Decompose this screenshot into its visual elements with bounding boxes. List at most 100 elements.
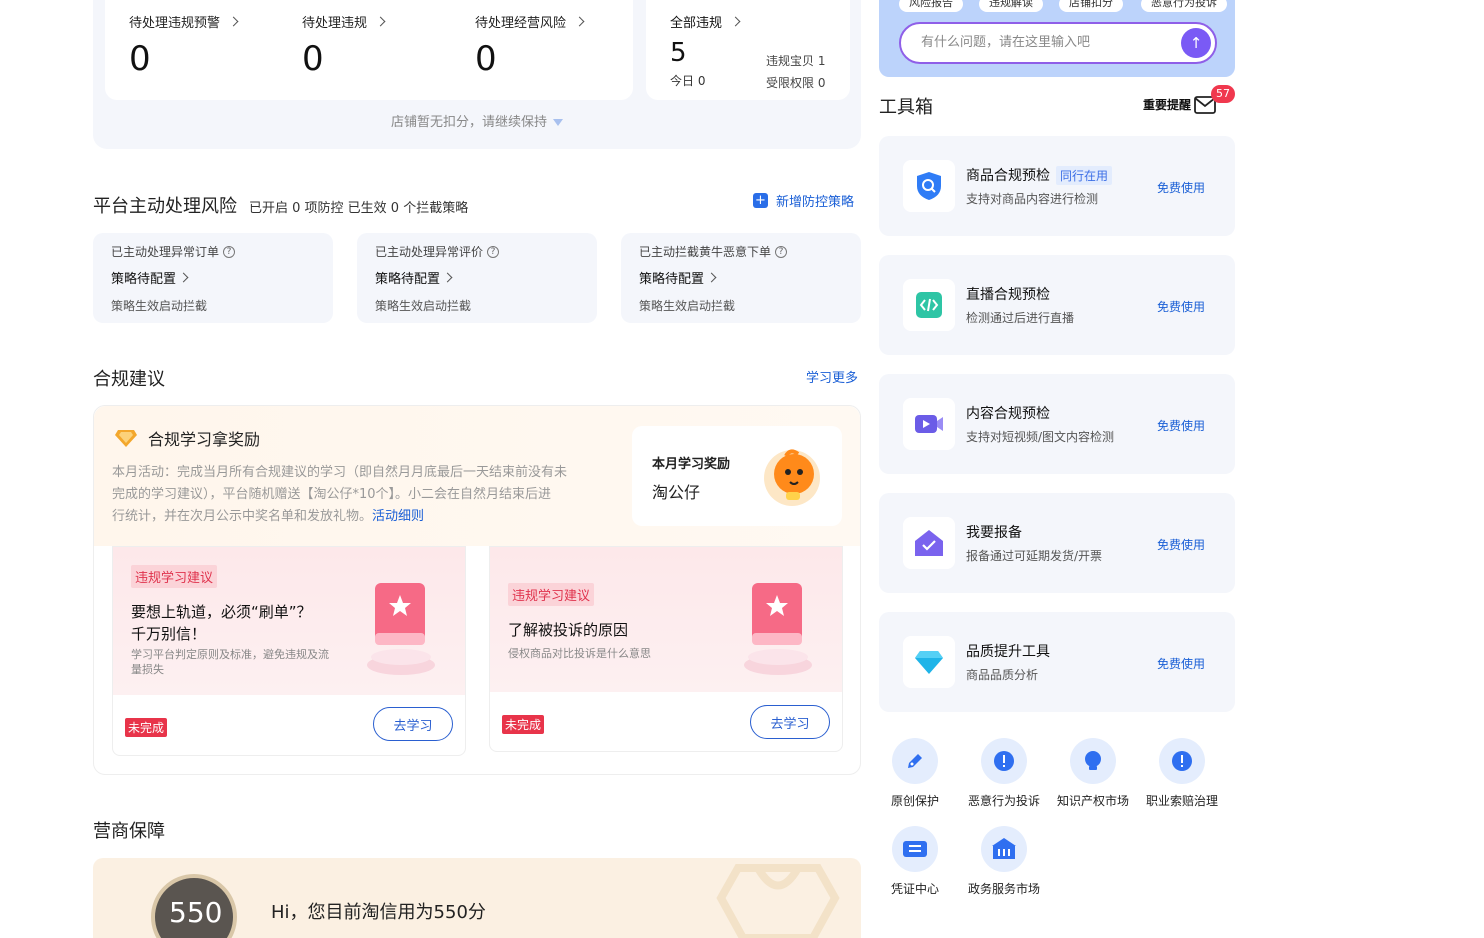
status-badge-text: 未完成 [125,718,168,737]
learning-tag: 违规学习建议 [131,565,218,588]
plus-icon: + [753,193,768,208]
risk-header: 平台主动处理风险 已开启 0 项防控 已生效 0 个拦截策略 [93,192,468,218]
shortcut-claim-governance[interactable]: 职业索赔治理 [1137,738,1227,809]
pending-violation[interactable]: 待处理违规 0 [302,12,386,79]
ticket-icon [892,826,938,872]
learning-card[interactable]: 违规学习建议 要想上轨道，必须“刷单”？ 千万别信！ 学习平台判定原则及标准，避… [112,546,466,756]
alert-icon [1159,738,1205,784]
stat-value: 0 [129,39,151,79]
help-icon[interactable]: ? [223,245,236,258]
quick-question-pill[interactable]: 店铺扣分 [1059,0,1123,12]
stat-label: 待处理经营风险 [475,16,567,31]
risk-meta: 已开启 0 项防控 已生效 0 个拦截策略 [249,201,469,216]
tool-card-product-precheck[interactable]: 商品合规预检 同行在用 支持对商品内容进行检测 免费使用 [879,136,1235,236]
free-use-link[interactable]: 免费使用 [1157,417,1205,434]
tool-name: 商品合规预检 [966,168,1050,184]
code-icon [903,279,955,331]
risk-card-abnormal-order[interactable]: 已主动处理异常订单? 策略待配置 策略生效启动拦截 [93,233,333,323]
activity-rules-link[interactable]: 活动细则 [372,509,424,524]
learning-desc-line: 学习平台判定原则及标准，避免违规及流 [131,648,329,661]
book-icon [367,583,435,675]
chevron-right-icon [228,16,239,27]
bulb-icon [1070,738,1116,784]
risk-card-status: 策略待配置 [639,272,705,287]
learning-title-line: 要想上轨道，必须“刷单”？ [131,603,312,621]
go-learn-button[interactable]: 去学习 [750,705,830,739]
caret-down-icon [553,119,563,126]
shortcut-ip-market[interactable]: 知识产权市场 [1048,738,1138,809]
reward-description: 本月活动：完成当月所有合规建议的学习（即自然月月底最后一天结束前没有未 完成的学… [112,462,612,528]
risk-card-desc: 策略生效启动拦截 [375,299,472,313]
shortcut-malicious-complaint[interactable]: 恶意行为投诉 [959,738,1049,809]
reward-banner: 合规学习拿奖励 本月活动：完成当月所有合规建议的学习（即自然月月底最后一天结束前… [94,406,860,546]
tool-card-live-precheck[interactable]: 直播合规预检 检测通过后进行直播 免费使用 [879,255,1235,355]
go-learn-button[interactable]: 去学习 [373,707,453,741]
quick-question-pill[interactable]: 恶意行为投诉 [1141,0,1227,12]
risk-card-status: 策略待配置 [111,272,177,287]
learning-title: 了解被投诉的原因 [508,621,629,639]
risk-card-scalper-order[interactable]: 已主动拦截黄牛恶意下单? 策略待配置 策略生效启动拦截 [621,233,861,323]
learning-tag-text: 违规学习建议 [131,565,218,588]
add-strategy-link[interactable]: + 新增防控策略 [753,191,854,210]
pending-business-risk[interactable]: 待处理经营风险 0 [475,12,585,79]
important-reminder-label[interactable]: 重要提醒 [1143,96,1191,113]
assistant-placeholder: 有什么问题，请在这里输入吧 [921,35,1091,50]
tool-card-filing[interactable]: 我要报备 报备通过可延期发货/开票 免费使用 [879,493,1235,593]
monthly-reward-prize: 淘公仔 [652,483,701,502]
limited-rights-count: 受限权限 0 [766,76,826,90]
compliance-reward-box: 合规学习拿奖励 本月活动：完成当月所有合规建议的学习（即自然月月底最后一天结束前… [93,405,861,775]
tool-card-content-precheck[interactable]: 内容合规预检 支持对短视频/图文内容检测 免费使用 [879,374,1235,474]
learning-title: 要想上轨道，必须“刷单”？ 千万别信！ [131,601,312,645]
learning-desc-line: 量损失 [131,663,164,676]
free-use-link[interactable]: 免费使用 [1157,179,1205,196]
diamond-icon [903,636,955,688]
monthly-reward-panel: 本月学习奖励 淘公仔 [632,426,842,526]
reward-desc-line: 完成的学习建议），平台随机赠送【淘公仔*10个】。小二会在自然月结束后进 [112,487,552,502]
quick-question-pill[interactable]: 违规解读 [979,0,1043,12]
stat-label: 待处理违规预警 [129,16,221,31]
free-use-link[interactable]: 免费使用 [1157,298,1205,315]
add-strategy-label: 新增防控策略 [776,195,855,210]
send-arrow-icon[interactable]: ↑ [1181,28,1211,58]
status-badge: 未完成 [502,714,545,734]
shield-search-icon [903,160,955,212]
quick-question-pill[interactable]: 风险报告 [899,0,963,12]
shortcut-voucher-center[interactable]: 凭证中心 [870,826,960,897]
deduction-note[interactable]: 店铺暂无扣分，请继续保持 [93,111,861,130]
all-violations-card[interactable]: 全部违规 5 今日 0 违规宝贝 1 受限权限 0 [646,0,850,100]
learning-card[interactable]: 违规学习建议 了解被投诉的原因 侵权商品对比投诉是什么意思 未完成 去学习 [489,546,843,752]
shortcut-gov-market[interactable]: 政务服务市场 [959,826,1049,897]
help-icon[interactable]: ? [487,245,500,258]
chevron-right-icon [730,16,741,27]
monthly-reward-label: 本月学习奖励 [652,457,731,472]
free-use-link[interactable]: 免费使用 [1157,536,1205,553]
credit-greeting: Hi，您目前淘信用为550分 [271,902,486,923]
stat-label: 待处理违规 [302,16,368,31]
book-icon [744,583,812,675]
credit-score-panel: 550 Hi，您目前淘信用为550分 [93,858,861,938]
chevron-right-icon [574,16,585,27]
learn-more-link[interactable]: 学习更多 [806,367,858,386]
all-violations-label: 全部违规 [670,16,723,31]
section-title: 合规建议 [93,369,165,390]
diamond-icon [115,430,137,447]
shortcut-label: 职业索赔治理 [1145,794,1218,808]
shield-watermark-icon [716,864,840,938]
free-use-link[interactable]: 免费使用 [1157,655,1205,672]
assistant-input[interactable]: 有什么问题，请在这里输入吧 ↑ [899,22,1217,64]
tool-card-quality[interactable]: 品质提升工具 商品品质分析 免费使用 [879,612,1235,712]
reward-title: 合规学习拿奖励 [148,430,261,449]
shortcut-original-protection[interactable]: 原创保护 [870,738,960,809]
pending-stats-card: 待处理违规预警 0 待处理违规 0 待处理经营风险 0 [105,0,633,100]
today-count: 今日 0 [670,74,706,88]
alert-icon [981,738,1027,784]
learning-tag: 违规学习建议 [508,583,595,606]
risk-card-abnormal-review[interactable]: 已主动处理异常评价? 策略待配置 策略生效启动拦截 [357,233,597,323]
help-icon[interactable]: ? [775,245,788,258]
reward-title-row: 合规学习拿奖励 [114,426,260,450]
tool-desc: 支持对商品内容进行检测 [966,192,1099,206]
shortcut-label: 凭证中心 [890,882,939,896]
pending-violation-warning[interactable]: 待处理违规预警 0 [129,12,239,79]
shortcut-label: 原创保护 [890,794,939,808]
shortcut-label: 知识产权市场 [1056,794,1129,808]
